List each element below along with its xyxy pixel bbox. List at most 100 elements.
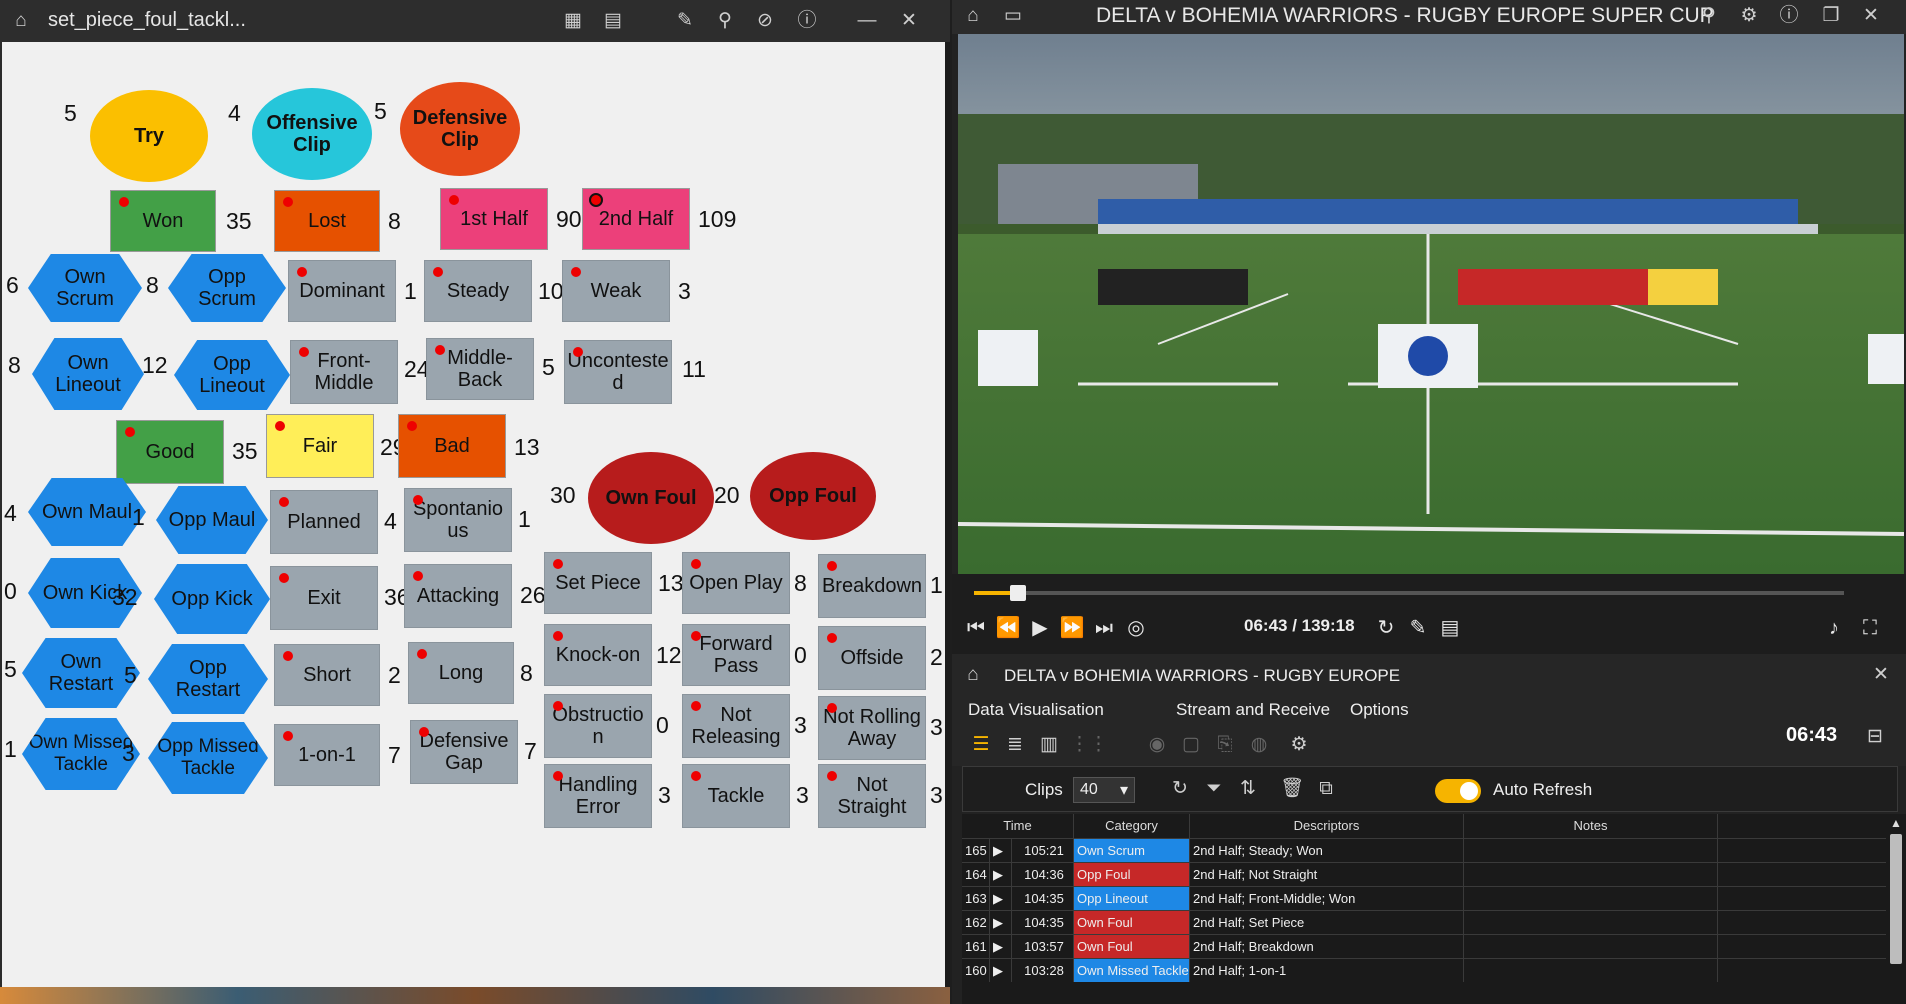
- play-clip-icon[interactable]: ▶: [990, 863, 1012, 886]
- pin-icon[interactable]: ⚲: [1696, 3, 1722, 29]
- table-row[interactable]: 162 ▶ 104:35 Own Foul 2nd Half; Set Piece: [962, 910, 1886, 934]
- tag-uncontested[interactable]: Unconteste d: [564, 340, 672, 404]
- close-icon[interactable]: ✕: [1868, 662, 1894, 688]
- window-icon[interactable]: ▭: [1000, 3, 1026, 29]
- auto-refresh-toggle[interactable]: [1435, 779, 1481, 803]
- edit-icon[interactable]: ✎: [672, 8, 698, 34]
- scroll-up-icon[interactable]: ▲: [1890, 816, 1902, 830]
- tag-breakdown[interactable]: Breakdown: [818, 554, 926, 618]
- timeline-icon[interactable]: ≣: [1002, 732, 1028, 758]
- video-frame[interactable]: [958, 34, 1904, 574]
- tag-good[interactable]: Good: [116, 420, 224, 484]
- tag-try[interactable]: Try: [90, 90, 208, 182]
- gear-icon[interactable]: ⚙: [1286, 732, 1312, 758]
- tag-1-on-1[interactable]: 1-on-1: [274, 724, 380, 786]
- restore-icon[interactable]: ❐: [1818, 3, 1844, 29]
- tag-tackle[interactable]: Tackle: [682, 764, 790, 828]
- close-icon[interactable]: ✕: [896, 8, 922, 34]
- tag-short[interactable]: Short: [274, 644, 380, 706]
- play-icon[interactable]: ▶: [1026, 614, 1054, 642]
- tag-opp-foul[interactable]: Opp Foul: [750, 452, 876, 540]
- tag-knock-on[interactable]: Knock-on: [544, 624, 652, 686]
- tag-steady[interactable]: Steady: [424, 260, 532, 322]
- hide-icon[interactable]: ⊘: [752, 8, 778, 34]
- column-header-time[interactable]: Time: [962, 814, 1074, 838]
- tag-offside[interactable]: Offside: [818, 626, 926, 690]
- play-clip-icon[interactable]: ▶: [990, 935, 1012, 958]
- table-row[interactable]: 161 ▶ 103:57 Own Foul 2nd Half; Breakdown: [962, 934, 1886, 958]
- table-row[interactable]: 164 ▶ 104:36 Opp Foul 2nd Half; Not Straight: [962, 862, 1886, 886]
- panel-toggle-icon[interactable]: ⊟: [1862, 724, 1888, 750]
- export-icon[interactable]: ▢: [1178, 732, 1204, 758]
- tag-planned[interactable]: Planned: [270, 490, 378, 554]
- table-row[interactable]: 163 ▶ 104:35 Opp Lineout 2nd Half; Front-Mid…: [962, 886, 1886, 910]
- tag-opp-maul[interactable]: Opp Maul: [156, 486, 268, 554]
- chart-icon[interactable]: ▥: [1036, 732, 1062, 758]
- column-header-descriptors[interactable]: Descriptors: [1190, 814, 1464, 838]
- tag-fair[interactable]: Fair: [266, 414, 374, 478]
- tag-exit[interactable]: Exit: [270, 566, 378, 630]
- minimize-icon[interactable]: —: [854, 8, 880, 34]
- replay-icon[interactable]: ↻: [1372, 614, 1400, 642]
- folder-icon[interactable]: ▤: [600, 8, 626, 34]
- step-back-icon[interactable]: ⏪: [994, 614, 1022, 642]
- tag-opp-scrum[interactable]: Opp Scrum: [168, 254, 286, 322]
- refresh-icon[interactable]: ↻: [1167, 776, 1193, 802]
- tag-dominant[interactable]: Dominant: [288, 260, 396, 322]
- play-clip-icon[interactable]: ▶: [990, 839, 1012, 862]
- copy-icon[interactable]: ⧉: [1313, 776, 1339, 802]
- menu-stream-and-receive[interactable]: Stream and Receive: [1176, 700, 1330, 720]
- draw-icon[interactable]: ✎: [1404, 614, 1432, 642]
- tag-obstruction[interactable]: Obstructio n: [544, 694, 652, 758]
- tag-handling-error[interactable]: Handling Error: [544, 764, 652, 828]
- info-icon[interactable]: ⓘ: [794, 8, 820, 34]
- tag-opp-restart[interactable]: Opp Restart: [148, 644, 268, 714]
- sort-icon[interactable]: ⇅: [1235, 776, 1261, 802]
- tag-open-play[interactable]: Open Play: [682, 552, 790, 614]
- tag-not-straight[interactable]: Not Straight: [818, 764, 926, 828]
- pin-icon[interactable]: ⚲: [712, 8, 738, 34]
- menu-data-visualisation[interactable]: Data Visualisation: [968, 700, 1104, 720]
- tag-weak[interactable]: Weak: [562, 260, 670, 322]
- tag-won[interactable]: Won: [110, 190, 216, 252]
- scroll-thumb[interactable]: [1890, 834, 1902, 964]
- tag-opp-lineout[interactable]: Opp Lineout: [174, 340, 290, 410]
- window-divider[interactable]: [945, 42, 950, 987]
- subtitles-icon[interactable]: ▤: [1436, 614, 1464, 642]
- share-icon[interactable]: ⎘: [1212, 732, 1238, 758]
- tag-opp-kick[interactable]: Opp Kick: [154, 564, 270, 634]
- menu-options[interactable]: Options: [1350, 700, 1409, 720]
- fullscreen-icon[interactable]: ⛶: [1856, 614, 1884, 642]
- globe-icon[interactable]: ◍: [1246, 732, 1272, 758]
- tag-lost[interactable]: Lost: [274, 190, 380, 252]
- event-list-icon[interactable]: ☰: [968, 732, 994, 758]
- tag-set-piece[interactable]: Set Piece: [544, 552, 652, 614]
- tag-front-middle[interactable]: Front- Middle: [290, 340, 398, 404]
- tag-own-foul[interactable]: Own Foul: [588, 452, 714, 544]
- tag-forward-pass[interactable]: Forward Pass: [682, 624, 790, 686]
- table-row[interactable]: 160 ▶ 103:28 Own Missed Tackle 2nd Half; 1-o…: [962, 958, 1886, 982]
- tag-middle-back[interactable]: Middle- Back: [426, 338, 534, 400]
- filter-icon[interactable]: ⏷: [1201, 776, 1227, 802]
- tag-own-restart[interactable]: Own Restart: [22, 638, 140, 708]
- delete-icon[interactable]: 🗑: [1279, 776, 1305, 802]
- play-clip-icon[interactable]: ▶: [990, 887, 1012, 910]
- tag-offensive-clip[interactable]: Offensive Clip: [252, 88, 372, 180]
- tag-bad[interactable]: Bad: [398, 414, 506, 478]
- tag-attacking[interactable]: Attacking: [404, 564, 512, 628]
- tag-2nd-half[interactable]: 2nd Half: [582, 188, 690, 250]
- timeline-handle[interactable]: [1009, 585, 1026, 601]
- tag-opp-missed-tackle[interactable]: Opp Missed Tackle: [148, 722, 268, 794]
- tag-defensive-clip[interactable]: Defensive Clip: [400, 82, 520, 176]
- play-clip-icon[interactable]: ▶: [990, 959, 1012, 982]
- tag-not-rolling-away[interactable]: Not Rolling Away: [818, 696, 926, 760]
- timeline-track[interactable]: [974, 591, 1844, 595]
- step-forward-icon[interactable]: ⏩: [1058, 614, 1086, 642]
- speed-icon[interactable]: ◎: [1122, 614, 1150, 642]
- close-icon[interactable]: ✕: [1858, 3, 1884, 29]
- broadcast-icon[interactable]: ◉: [1144, 732, 1170, 758]
- tag-defensive-gap[interactable]: Defensive Gap: [410, 720, 518, 784]
- info-icon[interactable]: ⓘ: [1776, 3, 1802, 29]
- tag-own-lineout[interactable]: Own Lineout: [32, 338, 144, 410]
- skip-forward-icon[interactable]: ⏭: [1090, 614, 1118, 642]
